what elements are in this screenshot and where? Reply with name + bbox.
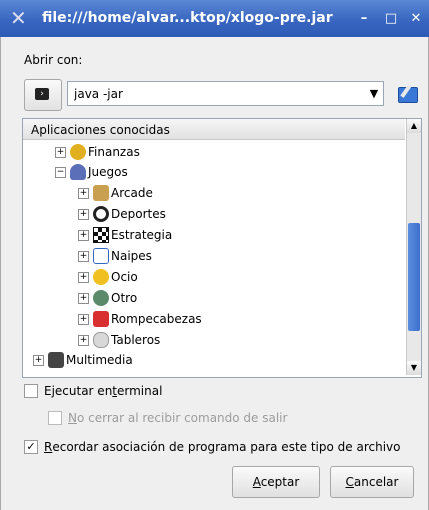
expand-icon[interactable]: + — [33, 354, 44, 366]
games-icon — [70, 164, 86, 180]
expand-icon[interactable]: + — [78, 250, 89, 262]
tree-item-otro[interactable]: + Otro — [78, 288, 137, 308]
tree-item-multimedia[interactable]: + Multimedia — [33, 350, 133, 370]
expand-icon[interactable]: + — [78, 292, 89, 304]
tree-header: Aplicaciones conocidas — [23, 119, 405, 140]
open-with-label: Abrir con: — [24, 53, 83, 67]
expand-icon[interactable]: + — [78, 271, 89, 283]
accept-button[interactable]: Aceptar — [232, 466, 320, 498]
expand-icon[interactable]: + — [78, 313, 89, 325]
collapse-icon[interactable]: − — [55, 166, 66, 178]
cards-icon — [93, 248, 109, 264]
tree-item-ocio[interactable]: + Ocio — [78, 267, 138, 287]
leisure-icon — [93, 269, 109, 285]
expand-icon[interactable]: + — [78, 229, 89, 241]
run-command-button[interactable]: › — [24, 79, 62, 111]
tree-item-finanzas[interactable]: + Finanzas — [55, 142, 140, 162]
tree-scrollbar[interactable]: ▲ ▼ — [406, 119, 421, 375]
tree-item-naipes[interactable]: + Naipes — [78, 246, 152, 266]
remember-association-checkbox[interactable]: ✓ — [24, 440, 38, 454]
tree-item-deportes[interactable]: + Deportes — [78, 204, 166, 224]
applications-tree[interactable]: Aplicaciones conocidas ▲ ▼ + Finanzas − … — [22, 118, 422, 378]
terminal-icon: › — [35, 88, 49, 100]
dropdown-arrow-icon[interactable]: ▼ — [366, 84, 382, 103]
cancel-button[interactable]: Cancelar — [330, 466, 414, 498]
window-title: file:///home/alvar...ktop/xlogo-pre.jar — [42, 10, 333, 26]
close-icon[interactable]: ✕ — [408, 12, 424, 26]
app-icon: ✕ — [10, 6, 27, 30]
expand-icon[interactable]: + — [78, 208, 89, 220]
expand-icon[interactable]: + — [78, 187, 89, 199]
scroll-thumb[interactable] — [408, 223, 420, 331]
strategy-icon — [93, 227, 109, 243]
scroll-up-icon[interactable]: ▲ — [407, 119, 421, 133]
tree-item-arcade[interactable]: + Arcade — [78, 183, 153, 203]
no-close-option: No cerrar al recibir comando de salir — [48, 411, 287, 425]
tree-item-juegos[interactable]: − Juegos — [55, 162, 128, 182]
multimedia-icon — [48, 352, 64, 368]
remember-association-option[interactable]: ✓ Recordar asociación de programa para e… — [24, 440, 400, 454]
boards-icon — [93, 332, 109, 348]
other-icon — [93, 290, 109, 306]
tree-item-rompecabezas[interactable]: + Rompecabezas — [78, 309, 202, 329]
browse-button[interactable] — [395, 82, 419, 106]
finance-icon — [70, 144, 86, 160]
expand-icon[interactable]: + — [78, 334, 89, 346]
run-in-terminal-checkbox[interactable] — [24, 384, 38, 398]
title-bar[interactable]: ✕ file:///home/alvar...ktop/xlogo-pre.ja… — [0, 0, 429, 37]
tree-item-estrategia[interactable]: + Estrategia — [78, 225, 172, 245]
tree-item-tableros[interactable]: + Tableros — [78, 330, 160, 350]
no-close-checkbox — [48, 411, 62, 425]
maximize-icon[interactable]: □ — [383, 12, 399, 26]
scroll-down-icon[interactable]: ▼ — [407, 361, 421, 375]
expand-icon[interactable]: + — [55, 146, 66, 158]
command-input[interactable] — [67, 81, 384, 106]
sports-icon — [93, 206, 109, 222]
puzzle-icon — [93, 311, 109, 327]
arcade-icon — [93, 185, 109, 201]
run-in-terminal-option[interactable]: Ejecutar en t erminal — [24, 384, 162, 398]
minimize-icon[interactable]: – — [356, 12, 372, 26]
